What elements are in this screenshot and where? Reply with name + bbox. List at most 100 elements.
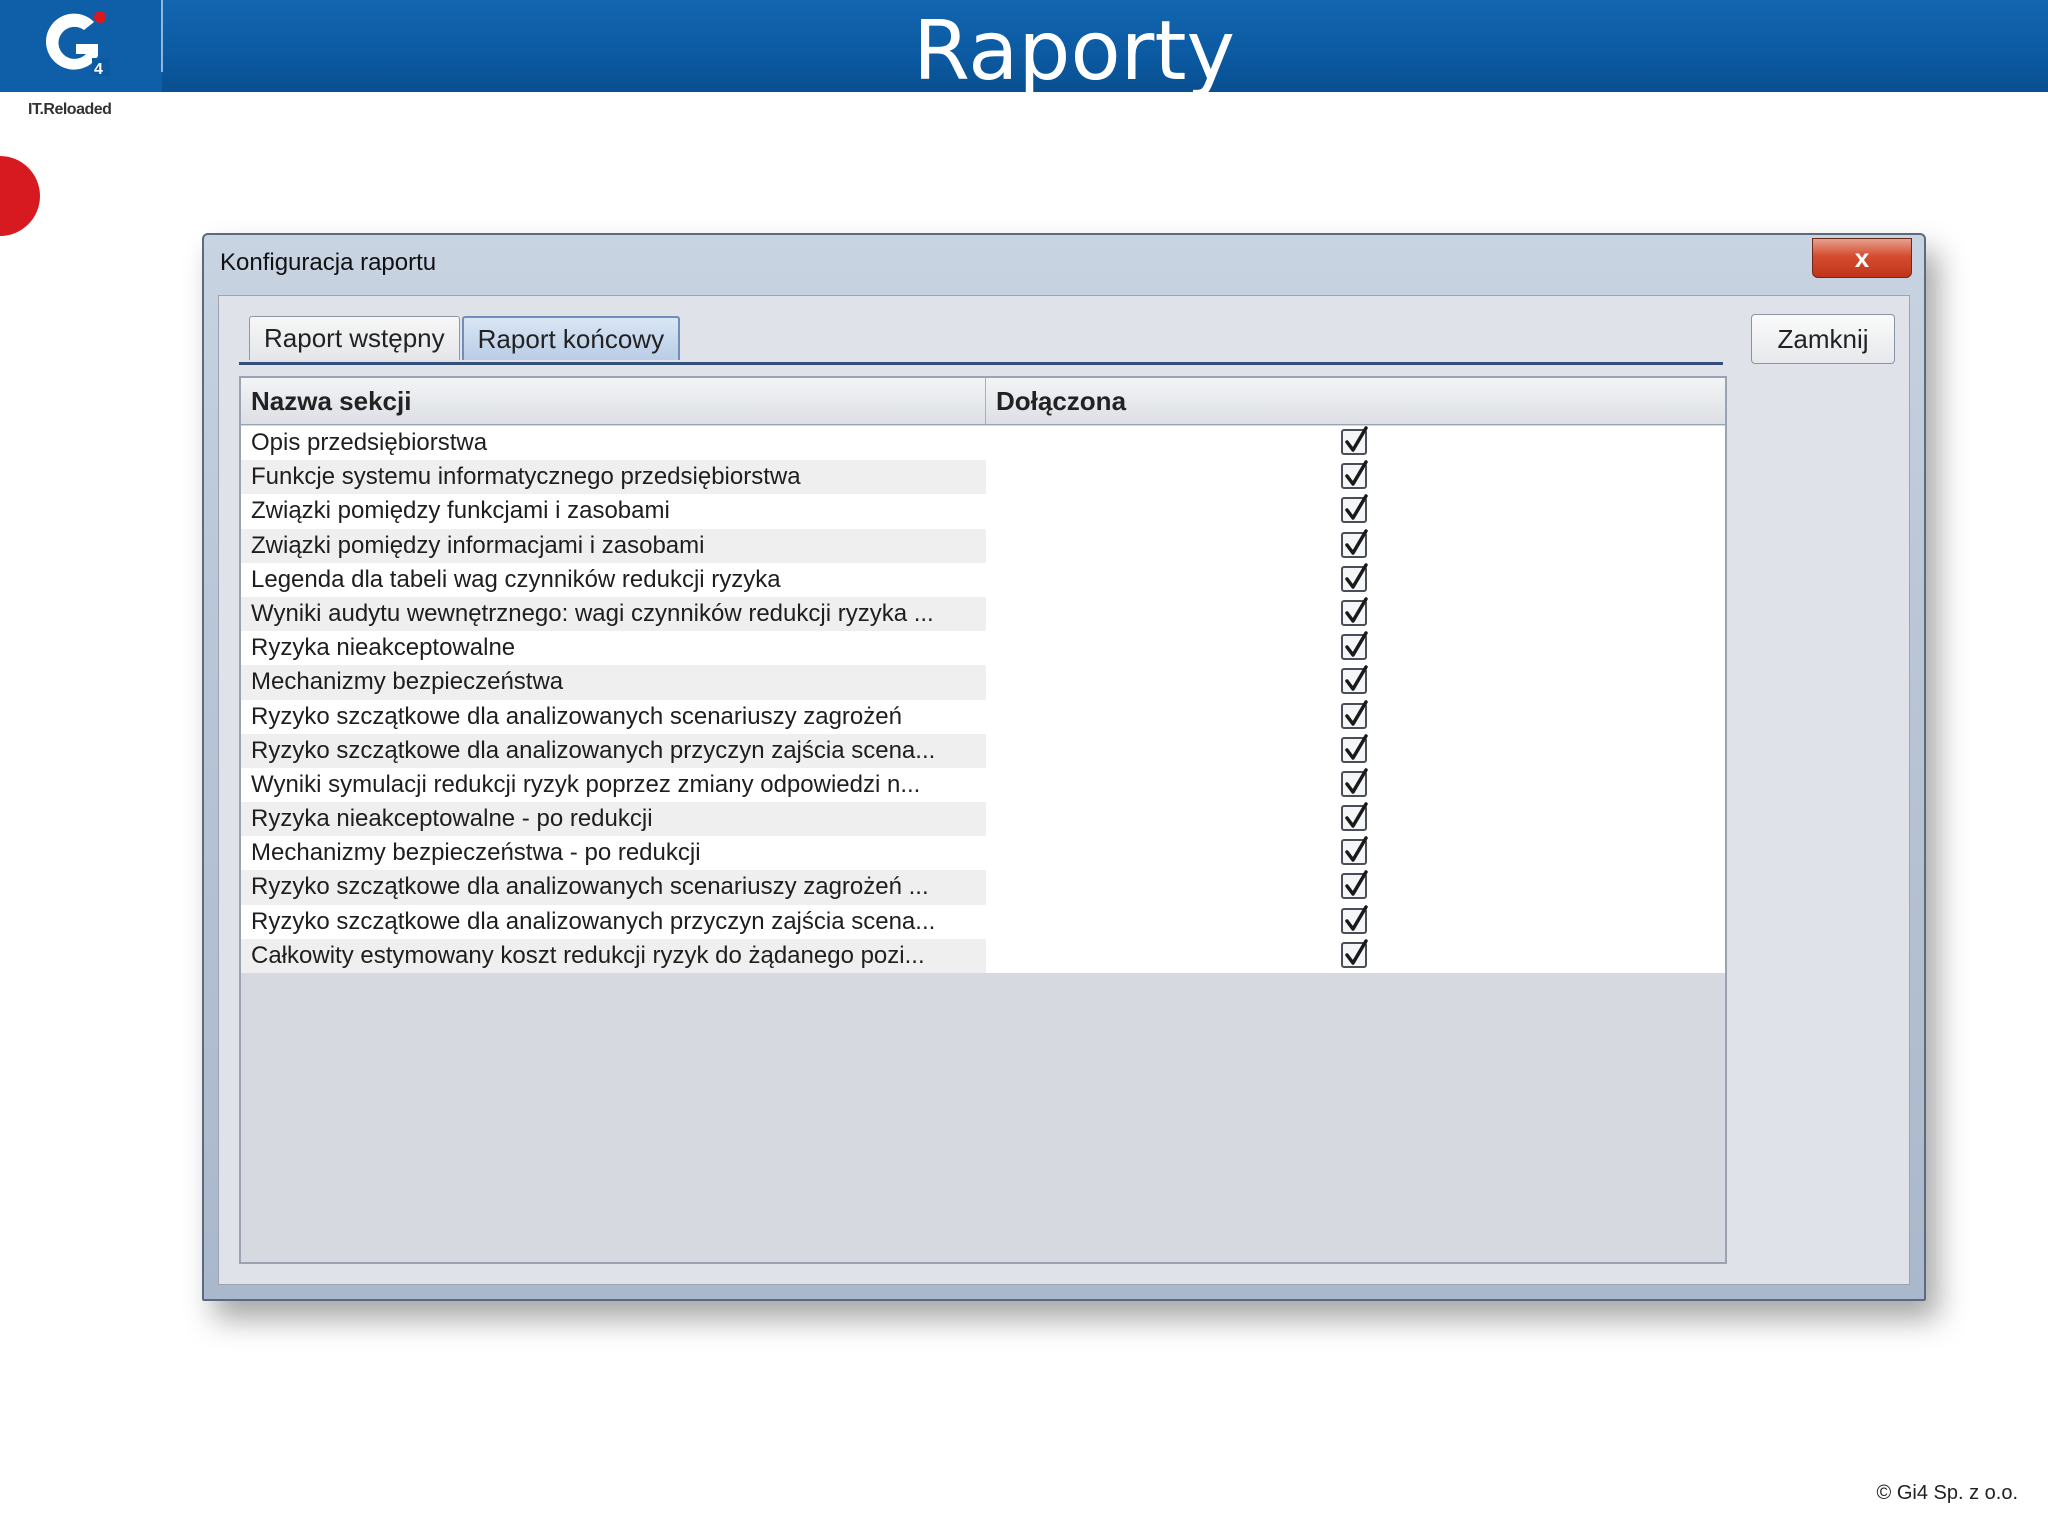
table-row[interactable]: Ryzyko szczątkowe dla analizowanych scen… <box>241 699 1725 734</box>
included-checkbox[interactable] <box>1341 870 1368 900</box>
included-checkbox[interactable] <box>1341 494 1368 524</box>
table-row[interactable]: Legenda dla tabeli wag czynników redukcj… <box>241 563 1725 597</box>
included-checkbox[interactable] <box>1341 426 1368 455</box>
checkbox-checked-icon <box>1345 563 1368 589</box>
table-row[interactable]: Związki pomiędzy funkcjami i zasobami <box>241 494 1725 528</box>
included-checkbox[interactable] <box>1341 733 1368 763</box>
table-row[interactable]: Ryzyko szczątkowe dla analizowanych przy… <box>241 904 1725 939</box>
section-name-cell[interactable]: Ryzyko szczątkowe dla analizowanych przy… <box>241 905 986 939</box>
copyright-notice: © Gi4 Sp. z o.o. <box>1876 1482 2018 1504</box>
section-name-cell[interactable]: Legenda dla tabeli wag czynników redukcj… <box>241 563 986 597</box>
section-name-cell[interactable]: Związki pomiędzy informacjami i zasobami <box>241 528 986 563</box>
table-row[interactable]: Związki pomiędzy informacjami i zasobami <box>241 528 1725 563</box>
window-close-button[interactable]: x <box>1812 238 1912 278</box>
section-name-cell[interactable]: Funkcje systemu informatycznego przedsię… <box>241 460 986 495</box>
included-checkbox[interactable] <box>1341 904 1368 934</box>
section-name-cell[interactable]: Całkowity estymowany koszt redukcji ryzy… <box>241 938 986 973</box>
checkbox-checked-icon <box>1345 597 1368 623</box>
included-cell <box>986 631 1725 665</box>
dialog-title: Konfiguracja raportu <box>220 249 437 276</box>
included-cell <box>986 426 1725 460</box>
included-cell <box>986 597 1725 631</box>
included-checkbox[interactable] <box>1341 699 1368 729</box>
checkbox-checked-icon <box>1345 802 1368 828</box>
tab-raport-koncowy[interactable]: Raport końcowy <box>461 316 681 360</box>
checkbox-checked-icon <box>1345 699 1368 726</box>
checkbox-checked-icon <box>1345 460 1368 486</box>
table-row[interactable]: Funkcje systemu informatycznego przedsię… <box>241 460 1725 495</box>
section-name-cell[interactable]: Wyniki symulacji redukcji ryzyk poprzez … <box>241 768 986 802</box>
included-cell <box>986 665 1725 699</box>
section-name-cell[interactable]: Związki pomiędzy funkcjami i zasobami <box>241 494 986 528</box>
close-dialog-button[interactable]: Zamknij <box>1751 314 1895 364</box>
table-row[interactable]: Mechanizmy bezpieczeństwa <box>241 665 1725 700</box>
section-name-cell[interactable]: Ryzyko szczątkowe dla analizowanych scen… <box>241 870 986 905</box>
table-row[interactable]: Opis przedsiębiorstwa <box>241 426 1725 460</box>
included-cell <box>986 836 1725 870</box>
logo-tagline: IT.Reloaded <box>28 101 112 118</box>
section-name-cell[interactable]: Ryzyko szczątkowe dla analizowanych scen… <box>241 700 986 734</box>
included-checkbox[interactable] <box>1341 528 1368 558</box>
checkbox-checked-icon <box>1345 768 1368 794</box>
included-checkbox[interactable] <box>1341 939 1368 968</box>
included-cell <box>986 563 1725 597</box>
section-name-cell[interactable]: Mechanizmy bezpieczeństwa <box>241 665 986 700</box>
table-row[interactable]: Ryzyko szczątkowe dla analizowanych przy… <box>241 733 1725 768</box>
dialog-titlebar[interactable]: Konfiguracja raportu x <box>204 235 1924 295</box>
included-cell <box>986 494 1725 528</box>
section-name-cell[interactable]: Ryzyka nieakceptowalne - po redukcji <box>241 802 986 837</box>
included-cell <box>986 768 1725 802</box>
section-name-cell[interactable]: Ryzyko szczątkowe dla analizowanych przy… <box>241 733 986 768</box>
section-name-cell[interactable]: Ryzyka nieakceptowalne <box>241 631 986 665</box>
checkbox-checked-icon <box>1345 494 1368 521</box>
included-checkbox[interactable] <box>1341 665 1368 695</box>
table-body: Opis przedsiębiorstwa Funkcje systemu inf… <box>241 426 1725 973</box>
checkbox-checked-icon <box>1345 665 1368 692</box>
included-cell <box>986 904 1725 939</box>
included-cell <box>986 802 1725 836</box>
section-name-cell[interactable]: Wyniki audytu wewnętrznego: wagi czynnik… <box>241 596 986 632</box>
included-cell <box>986 939 1725 973</box>
tab-raport-wstepny[interactable]: Raport wstępny <box>249 316 460 360</box>
report-tabs: Raport wstępny Raport końcowy <box>249 316 681 362</box>
checkbox-checked-icon <box>1345 836 1368 862</box>
checkbox-checked-icon <box>1345 939 1368 965</box>
dialog-content: Raport wstępny Raport końcowy Zamknij Na… <box>218 295 1910 1285</box>
column-header-included[interactable]: Dołączona <box>986 378 1725 424</box>
table-row[interactable]: Całkowity estymowany koszt redukcji ryzy… <box>241 938 1725 973</box>
included-cell <box>986 460 1725 494</box>
included-checkbox[interactable] <box>1341 802 1368 832</box>
column-header-section-name[interactable]: Nazwa sekcji <box>241 378 986 424</box>
included-checkbox[interactable] <box>1341 631 1368 661</box>
table-header: Nazwa sekcji Dołączona <box>241 378 1725 425</box>
slide-title: Raporty <box>912 4 1236 99</box>
slide-banner: 4 Raporty <box>0 0 2048 99</box>
included-checkbox[interactable] <box>1341 836 1368 866</box>
included-checkbox[interactable] <box>1341 460 1368 490</box>
report-config-dialog: Konfiguracja raportu x Raport wstępny Ra… <box>202 233 1926 1301</box>
checkbox-checked-icon <box>1345 870 1368 897</box>
table-row[interactable]: Ryzyka nieakceptowalne - po redukcji <box>241 802 1725 837</box>
checkbox-checked-icon <box>1345 904 1368 931</box>
included-checkbox[interactable] <box>1341 563 1368 592</box>
table-row[interactable]: Wyniki symulacji redukcji ryzyk poprzez … <box>241 768 1725 802</box>
checkbox-checked-icon <box>1345 426 1368 452</box>
section-name-cell[interactable]: Opis przedsiębiorstwa <box>241 426 986 460</box>
included-checkbox[interactable] <box>1341 768 1368 797</box>
decorative-red-dot <box>0 156 40 236</box>
included-cell <box>986 870 1725 904</box>
included-cell <box>986 528 1725 563</box>
included-cell <box>986 699 1725 734</box>
table-row[interactable]: Ryzyka nieakceptowalne <box>241 631 1725 665</box>
included-cell <box>986 733 1725 768</box>
table-row[interactable]: Mechanizmy bezpieczeństwa - po redukcji <box>241 836 1725 870</box>
included-checkbox[interactable] <box>1341 597 1368 626</box>
tab-underline <box>239 362 1723 365</box>
table-row[interactable]: Wyniki audytu wewnętrznego: wagi czynnik… <box>241 596 1725 632</box>
checkbox-checked-icon <box>1345 631 1368 657</box>
checkbox-checked-icon <box>1345 733 1368 760</box>
section-name-cell[interactable]: Mechanizmy bezpieczeństwa - po redukcji <box>241 836 986 870</box>
close-icon: x <box>1854 242 1870 273</box>
table-row[interactable]: Ryzyko szczątkowe dla analizowanych scen… <box>241 870 1725 905</box>
sections-table: Nazwa sekcji Dołączona Opis przedsiębior… <box>239 376 1727 1264</box>
